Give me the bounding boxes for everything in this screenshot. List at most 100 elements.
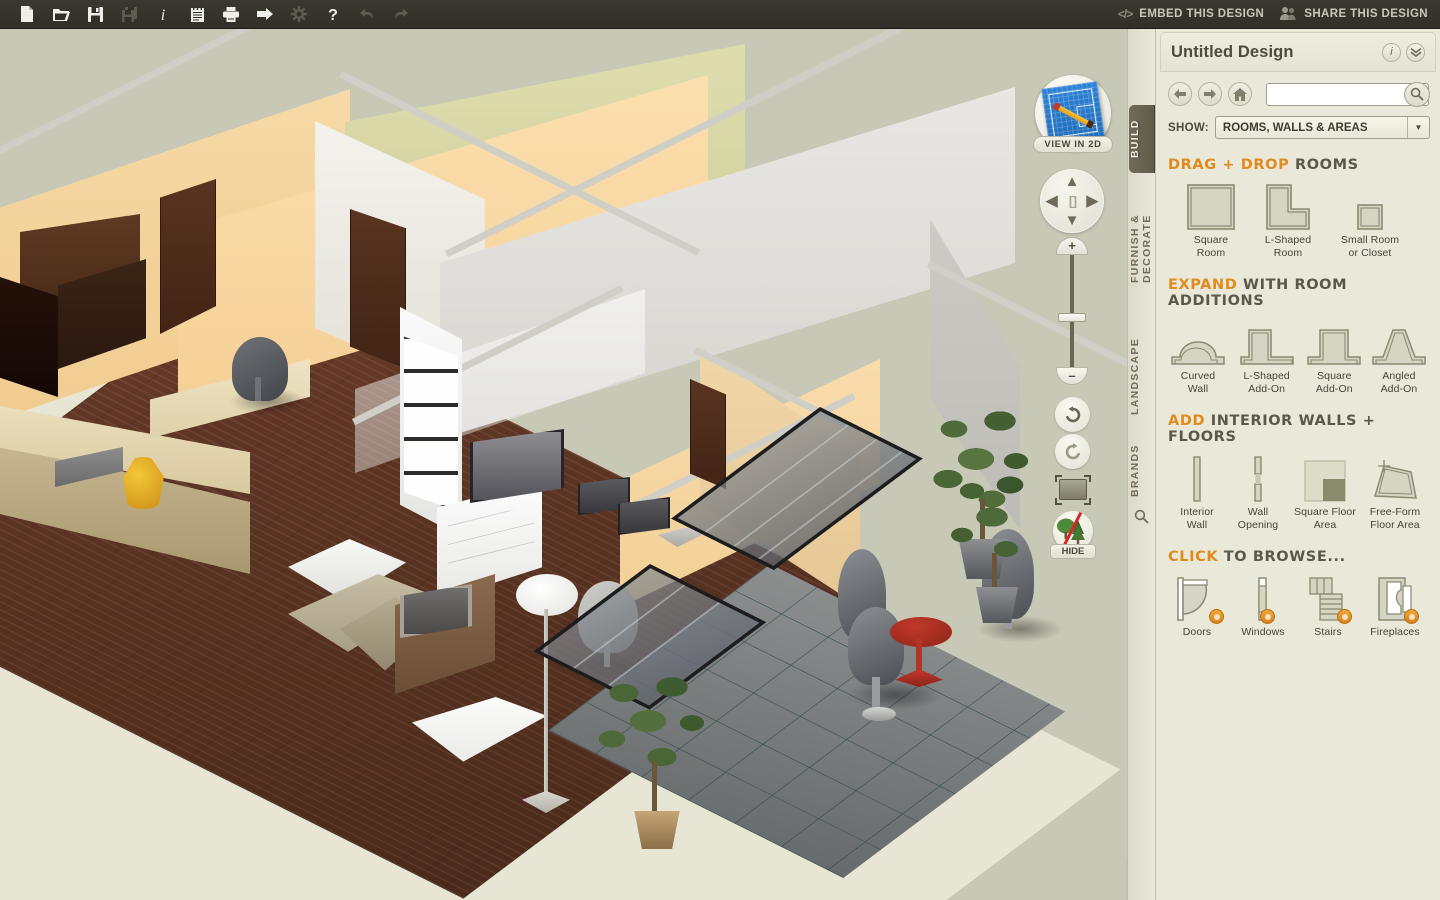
panel-search-field[interactable] xyxy=(1266,81,1430,107)
label-line2: Add-On xyxy=(1380,382,1418,395)
floorplan-scene xyxy=(0,29,1155,900)
build-side-panel: Untitled Design i SHOW: ROOMS, WALLS & A… xyxy=(1155,29,1440,900)
vtab-landscape[interactable]: LANDSCAPE xyxy=(1129,325,1155,427)
hide-trees-label[interactable]: HIDE xyxy=(1050,544,1096,559)
embed-this-design-button[interactable]: </> EMBED THIS DESIGN xyxy=(1118,7,1264,21)
item-stairs[interactable]: Stairs xyxy=(1300,574,1356,639)
nav-home-button[interactable] xyxy=(1228,82,1252,106)
share-this-design-button[interactable]: SHARE THIS DESIGN xyxy=(1280,6,1428,23)
recenter-view-button[interactable]: [ ] xyxy=(1069,195,1077,208)
item-free-form-floor-area[interactable]: Free-Form Floor Area xyxy=(1362,454,1428,531)
rotate-right-button[interactable] xyxy=(1055,434,1090,469)
pan-left-arrow-icon[interactable]: ◀ xyxy=(1046,194,1058,209)
item-interior-wall[interactable]: Interior Wall xyxy=(1168,454,1226,531)
free-form-floor-area-icon xyxy=(1371,454,1419,502)
chevron-down-icon[interactable]: ▼ xyxy=(1407,117,1429,138)
item-doors[interactable]: Doors xyxy=(1168,574,1226,639)
redo-icon[interactable] xyxy=(384,1,418,28)
zoom-slider-handle[interactable] xyxy=(1058,313,1086,322)
category-vertical-tabs: BUILD FURNISH & DECORATE LANDSCAPE BRAND… xyxy=(1127,29,1155,900)
nav-forward-button[interactable] xyxy=(1198,82,1222,106)
browse-badge-icon xyxy=(1260,609,1275,624)
show-filter-select[interactable]: ROOMS, WALLS & AREAS ▼ xyxy=(1214,116,1430,139)
item-windows[interactable]: Windows xyxy=(1232,574,1294,639)
share-people-icon xyxy=(1280,6,1297,23)
item-l-shaped-room[interactable]: L-Shaped Room xyxy=(1258,182,1318,259)
show-label: SHOW: xyxy=(1168,121,1209,134)
zoom-out-button[interactable]: – xyxy=(1056,367,1088,385)
settings-gear-icon[interactable] xyxy=(282,1,316,28)
search-input[interactable] xyxy=(1267,88,1401,100)
addition-items: Curved Wall L-Shaped Add-On Square Add-On xyxy=(1168,318,1428,395)
toolbar-right-links: </> EMBED THIS DESIGN SHARE THIS DESIGN xyxy=(1118,6,1440,23)
save-as-icon[interactable] xyxy=(112,1,146,28)
label-line1: Curved xyxy=(1180,370,1216,382)
browse-badge-icon xyxy=(1337,609,1352,624)
vtab-brands[interactable]: BRANDS xyxy=(1129,433,1155,509)
view-in-2d-label[interactable]: VIEW IN 2D xyxy=(1033,136,1113,153)
item-square-room[interactable]: Square Room xyxy=(1182,182,1240,259)
label-line1: Small Room xyxy=(1340,234,1400,246)
terrace-chair-2 xyxy=(848,607,904,685)
door-icon xyxy=(1174,574,1224,624)
l-shaped-add-on-icon xyxy=(1239,318,1295,366)
square-floor-area-icon xyxy=(1304,454,1346,502)
angled-add-on-icon xyxy=(1371,318,1427,366)
item-small-room-or-closet[interactable]: Small Room or Closet xyxy=(1336,182,1404,259)
snapshot-frame-button[interactable] xyxy=(1055,475,1091,505)
label-line1: Angled xyxy=(1382,370,1416,382)
item-angled-add-on[interactable]: Angled Add-On xyxy=(1370,318,1428,395)
open-folder-icon[interactable] xyxy=(44,1,78,28)
panel-collapse-button[interactable] xyxy=(1406,42,1425,62)
section-room-additions: EXPAND WITH ROOM ADDITIONS Curved Wall L-… xyxy=(1156,277,1440,395)
label-line1: L-Shaped xyxy=(1243,370,1290,382)
square-room-icon xyxy=(1187,182,1235,230)
item-square-floor-area[interactable]: Square Floor Area xyxy=(1290,454,1360,531)
label-line1: Free-Form xyxy=(1369,506,1421,518)
notes-icon[interactable] xyxy=(180,1,214,28)
wall-floor-items: Interior Wall Wall Opening Square Floor Are… xyxy=(1168,454,1428,531)
item-wall-opening[interactable]: Wall Opening xyxy=(1228,454,1288,531)
vtab-furnish-decorate[interactable]: FURNISH & DECORATE xyxy=(1129,179,1155,319)
print-icon[interactable] xyxy=(214,1,248,28)
item-fireplaces[interactable]: Fireplaces xyxy=(1362,574,1428,639)
search-icon[interactable] xyxy=(1404,81,1430,107)
show-filter-row: SHOW: ROOMS, WALLS & AREAS ▼ xyxy=(1156,106,1440,139)
help-icon[interactable]: ? xyxy=(316,1,350,28)
vtab-search-icon[interactable] xyxy=(1134,509,1149,529)
label-line1: Square xyxy=(1317,370,1352,382)
pan-down-arrow-icon[interactable]: ▼ xyxy=(1065,213,1080,228)
item-square-add-on[interactable]: Square Add-On xyxy=(1305,318,1363,395)
item-l-shaped-add-on[interactable]: L-Shaped Add-On xyxy=(1235,318,1299,395)
section-heading-accent: ADD xyxy=(1168,413,1206,429)
section-interior-walls-floors: ADD INTERIOR WALLS + FLOORS Interior Wall… xyxy=(1156,413,1440,531)
save-icon[interactable] xyxy=(78,1,112,28)
zoom-in-button[interactable]: + xyxy=(1056,237,1088,255)
item-curved-wall[interactable]: Curved Wall xyxy=(1168,318,1228,395)
vtab-build[interactable]: BUILD xyxy=(1129,105,1155,173)
terrace-chair-2-post xyxy=(872,677,880,709)
design-info-button[interactable]: i xyxy=(1382,42,1401,62)
label-line1: Square xyxy=(1193,234,1229,246)
l-shaped-room-icon xyxy=(1266,182,1310,230)
share-label: SHARE THIS DESIGN xyxy=(1304,8,1428,20)
pan-control[interactable]: ▲ ▼ ◀ ▶ [ ] xyxy=(1040,169,1104,233)
rotate-left-button[interactable] xyxy=(1055,397,1090,432)
pan-up-arrow-icon[interactable]: ▲ xyxy=(1065,174,1080,189)
section-heading-accent: EXPAND xyxy=(1168,277,1238,293)
section-heading: DRAG + DROP ROOMS xyxy=(1168,157,1428,173)
embed-label: EMBED THIS DESIGN xyxy=(1139,8,1265,20)
panel-navigation-row xyxy=(1156,72,1440,107)
info-icon[interactable]: i xyxy=(146,1,180,28)
pan-right-arrow-icon[interactable]: ▶ xyxy=(1086,194,1098,209)
door-hall xyxy=(690,379,726,489)
new-file-icon[interactable] xyxy=(10,1,44,28)
export-icon[interactable] xyxy=(248,1,282,28)
design-canvas-3d[interactable]: VIEW IN 2D ▲ ▼ ◀ ▶ [ ] + – HIDE xyxy=(0,29,1155,900)
undo-icon[interactable] xyxy=(350,1,384,28)
zoom-slider-track[interactable] xyxy=(1070,249,1074,375)
browse-items: Doors Windows Stairs Fireplaces xyxy=(1168,574,1428,639)
interior-wall-icon xyxy=(1190,454,1204,502)
zoom-slider[interactable]: + – xyxy=(1056,237,1088,385)
nav-back-button[interactable] xyxy=(1168,82,1192,106)
